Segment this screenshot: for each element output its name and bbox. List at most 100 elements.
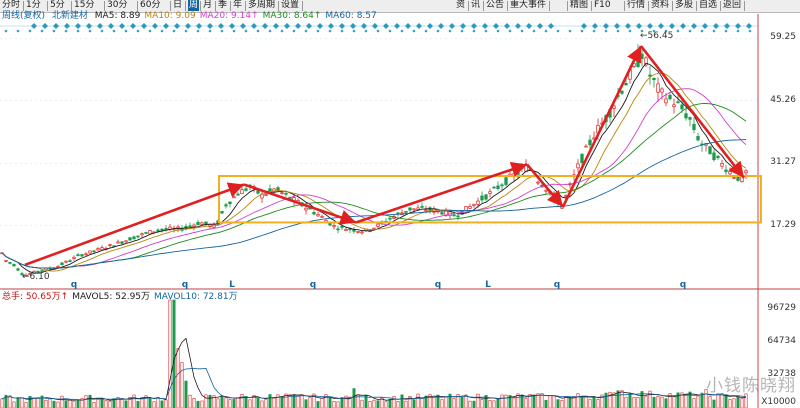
- volume-bar: [44, 399, 48, 408]
- volume-bar: [552, 395, 556, 408]
- candle-body: [492, 186, 496, 189]
- guide-dot: [136, 29, 140, 33]
- event-diamond: [339, 23, 345, 29]
- candle-body: [480, 195, 484, 201]
- event-diamond: [383, 23, 389, 29]
- signal-marker-3: q: [310, 280, 316, 290]
- volume-bar: [604, 392, 608, 408]
- volume-tick-label: X10000: [761, 397, 796, 407]
- event-diamond: [537, 23, 543, 29]
- candle-body: [588, 139, 592, 146]
- candle-body: [16, 268, 20, 271]
- volume-bar: [108, 400, 112, 408]
- volume-bar: [300, 395, 304, 408]
- candle-body: [712, 152, 716, 161]
- price-tick-label: 59.25: [770, 32, 796, 43]
- volume-bar: [84, 395, 88, 408]
- volume-bar: [20, 397, 24, 408]
- volume-bar: [532, 394, 536, 408]
- guide-dot: [700, 29, 704, 33]
- volume-bar: [184, 380, 188, 408]
- ma-line-30: [1, 103, 747, 269]
- event-diamond: [735, 23, 741, 29]
- volume-bar: [60, 395, 64, 408]
- candle-body: [132, 236, 136, 240]
- price-tick-label: 45.26: [770, 94, 796, 105]
- mavol-line-5: [1, 337, 747, 401]
- volume-bar: [64, 400, 68, 408]
- candle-body: [416, 207, 420, 210]
- volume-bar: [628, 393, 632, 408]
- event-diamond: [427, 23, 433, 29]
- event-diamond: [438, 23, 444, 29]
- candle-body: [264, 194, 268, 196]
- volume-bar: [660, 396, 664, 408]
- event-diamond: [658, 23, 664, 29]
- guide-dot: [268, 29, 272, 33]
- event-diamond: [185, 23, 191, 29]
- candle-body: [452, 214, 456, 217]
- candle-body: [696, 136, 700, 141]
- guide-dot: [724, 29, 728, 33]
- candle-body: [580, 153, 584, 163]
- volume-bar: [16, 397, 20, 408]
- candle-body: [668, 94, 672, 100]
- volume-bar: [88, 394, 92, 408]
- volume-bar: [556, 399, 560, 408]
- candle-body: [224, 204, 228, 207]
- guide-dot: [496, 29, 500, 33]
- volume-bar: [224, 397, 228, 408]
- volume-bar: [564, 396, 568, 408]
- volume-bar: [132, 394, 136, 408]
- guide-dot: [76, 29, 80, 33]
- event-diamond: [53, 23, 59, 29]
- volume-bar: [496, 399, 500, 408]
- event-diamond: [174, 23, 180, 29]
- ma-line-60: [1, 139, 747, 269]
- candle-body: [256, 190, 260, 194]
- volume-bar: [664, 398, 668, 408]
- guide-dot: [184, 29, 188, 33]
- candle-body: [488, 191, 492, 194]
- volume-bar: [228, 399, 232, 408]
- volume-bar: [0, 398, 4, 408]
- candle-body: [108, 244, 112, 246]
- volume-bar: [468, 400, 472, 408]
- candle-body: [192, 224, 196, 227]
- candle-body: [232, 196, 236, 199]
- candle-body: [404, 211, 408, 213]
- ma-line-10: [1, 72, 747, 272]
- candle-body: [312, 212, 316, 215]
- candle-body: [124, 240, 128, 243]
- candle-body: [664, 98, 668, 104]
- candle-body: [116, 241, 120, 244]
- guide-dot: [544, 29, 548, 33]
- signal-marker-1: q: [71, 280, 77, 290]
- guide-dot: [520, 29, 524, 33]
- candle-body: [240, 189, 244, 195]
- candle-body: [228, 201, 232, 205]
- volume-bar: [420, 398, 424, 408]
- volume-bar: [104, 400, 108, 408]
- guide-dot: [160, 29, 164, 33]
- guide-dot: [88, 29, 92, 33]
- event-diamond: [460, 23, 466, 29]
- candle-body: [420, 206, 424, 208]
- volume-bar: [440, 399, 444, 408]
- candle-body: [332, 225, 336, 227]
- event-diamond: [119, 23, 125, 29]
- guide-dot: [400, 29, 404, 33]
- candle-body: [12, 264, 16, 267]
- volume-bar: [32, 397, 36, 408]
- candle-body: [196, 221, 200, 226]
- guide-dot: [424, 29, 428, 33]
- candle-body: [148, 230, 152, 235]
- candle-body: [76, 254, 80, 257]
- volume-bar: [460, 396, 464, 408]
- signal-marker-6: q: [554, 280, 560, 290]
- volume-bar: [492, 400, 496, 408]
- event-diamond: [592, 23, 598, 29]
- event-diamond: [262, 23, 268, 29]
- candle-body: [188, 225, 192, 228]
- volume-bar: [472, 400, 476, 408]
